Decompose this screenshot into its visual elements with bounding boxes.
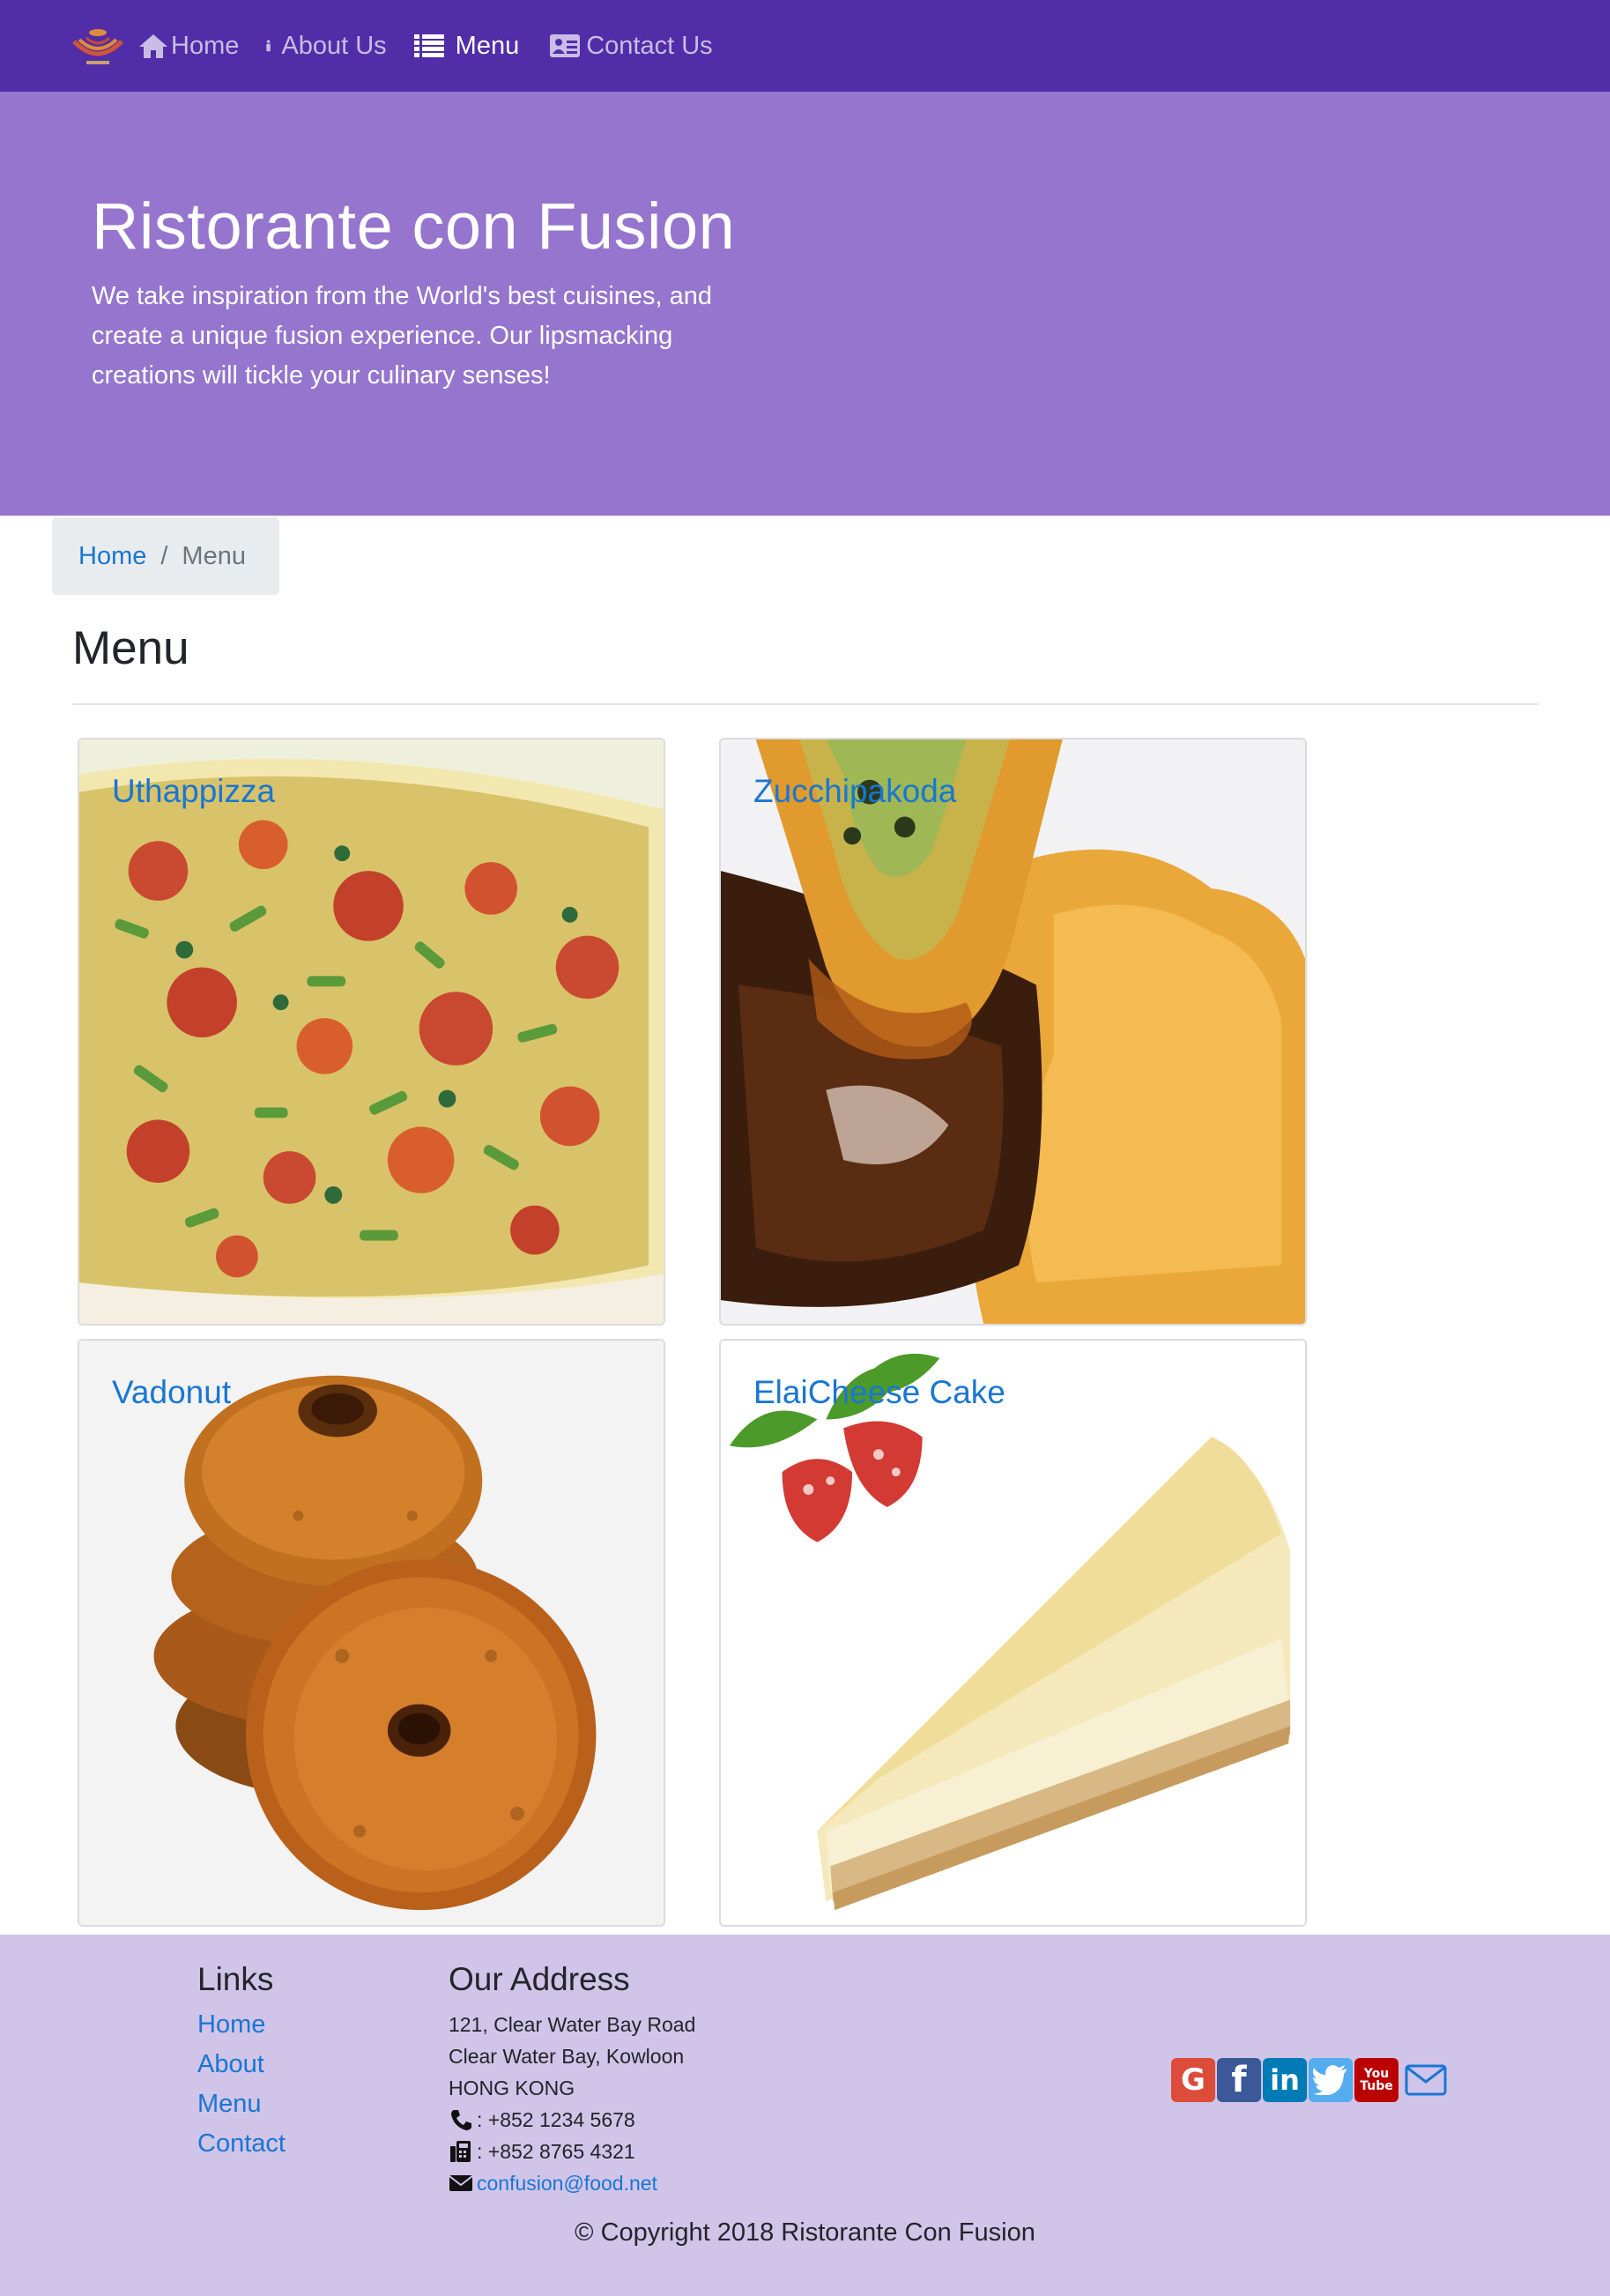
google-plus-icon[interactable]: G xyxy=(1171,2058,1215,2102)
jumbotron-title: Ristorante con Fusion xyxy=(92,189,736,263)
copyright: © Copyright 2018 Ristorante Con Fusion xyxy=(575,2218,1035,2247)
youtube-icon[interactable]: You Tube xyxy=(1354,2058,1399,2102)
phone-number: : +852 1234 5678 xyxy=(477,2108,635,2131)
home-icon xyxy=(139,34,167,58)
breadcrumb-separator: / xyxy=(160,541,168,570)
uthappizza-image xyxy=(79,739,664,1324)
jumbotron-text: We take inspiration from the World's bes… xyxy=(92,282,713,390)
menu-card-zucchipakoda[interactable]: Zucchipakoda xyxy=(719,738,1307,1326)
twitter-bird-icon xyxy=(1313,2065,1347,2095)
info-icon xyxy=(266,40,271,52)
nav-home-label: Home xyxy=(171,31,240,60)
menu-card-elaicheese-cake[interactable]: ElaiCheese Cake xyxy=(719,1339,1307,1927)
nav-about[interactable]: About Us xyxy=(265,0,387,92)
menu-card-uthappizza[interactable]: Uthappizza xyxy=(78,738,665,1326)
email-line: confusion@food.net xyxy=(449,2167,695,2199)
phone-icon xyxy=(451,2110,471,2130)
footer: Links Home About Menu Contact Our Addres… xyxy=(0,1935,1610,2296)
nav-contact[interactable]: Contact Us xyxy=(545,0,713,92)
card-title[interactable]: Vadonut xyxy=(112,1374,231,1411)
nav-about-label: About Us xyxy=(281,31,387,60)
breadcrumb: Home / Menu xyxy=(52,517,279,595)
footer-link-about[interactable]: About xyxy=(197,2050,264,2078)
card-title[interactable]: Uthappizza xyxy=(112,773,275,810)
divider xyxy=(72,703,1539,705)
navbar: Home About Us Menu Contact Us xyxy=(0,0,1610,92)
card-title[interactable]: ElaiCheese Cake xyxy=(753,1374,1005,1411)
nav-menu[interactable]: Menu xyxy=(413,0,520,92)
menu-card-vadonut[interactable]: Vadonut xyxy=(78,1339,665,1927)
nav-home[interactable]: Home xyxy=(137,0,239,92)
fax-line: : +852 8765 4321 xyxy=(449,2136,695,2167)
nav-menu-label: Menu xyxy=(455,31,520,60)
twitter-icon[interactable] xyxy=(1309,2058,1353,2102)
fax-number: : +852 8765 4321 xyxy=(477,2140,635,2163)
jumbotron: Ristorante con Fusion We take inspiratio… xyxy=(0,92,1610,516)
address-line-3: HONG KONG xyxy=(449,2077,575,2099)
vadonut-image xyxy=(79,1341,664,1925)
fax-icon xyxy=(450,2141,471,2162)
zucchipakoda-image xyxy=(721,739,1305,1324)
address-card-icon xyxy=(550,34,581,57)
page-title: Menu xyxy=(72,622,189,674)
brand-logo[interactable] xyxy=(70,22,125,70)
email-link[interactable]: confusion@food.net xyxy=(477,2167,657,2199)
footer-link-menu[interactable]: Menu xyxy=(197,2090,262,2118)
nav-contact-label: Contact Us xyxy=(586,31,713,60)
footer-address: Our Address 121, Clear Water Bay Road Cl… xyxy=(449,1961,695,2199)
phone-line: : +852 1234 5678 xyxy=(449,2104,695,2136)
envelope-icon xyxy=(449,2175,473,2191)
footer-address-heading: Our Address xyxy=(449,1961,630,1997)
mail-icon[interactable] xyxy=(1404,2062,1448,2098)
linkedin-icon[interactable]: in xyxy=(1263,2058,1307,2102)
social-links: G f in You Tube xyxy=(1171,2058,1448,2102)
address-line-1: 121, Clear Water Bay Road xyxy=(449,2013,696,2036)
card-title[interactable]: Zucchipakoda xyxy=(753,773,956,810)
breadcrumb-home[interactable]: Home xyxy=(78,542,146,571)
elaicheese-cake-image xyxy=(721,1341,1305,1925)
footer-link-home[interactable]: Home xyxy=(197,2010,265,2039)
address-line-2: Clear Water Bay, Kowloon xyxy=(449,2045,685,2068)
facebook-icon[interactable]: f xyxy=(1217,2058,1261,2102)
footer-links-heading: Links xyxy=(197,1961,274,1997)
footer-link-contact[interactable]: Contact xyxy=(197,2129,286,2158)
footer-links: Links Home About Menu Contact xyxy=(197,1961,286,2164)
list-icon xyxy=(413,34,444,57)
breadcrumb-current: Menu xyxy=(182,541,246,570)
